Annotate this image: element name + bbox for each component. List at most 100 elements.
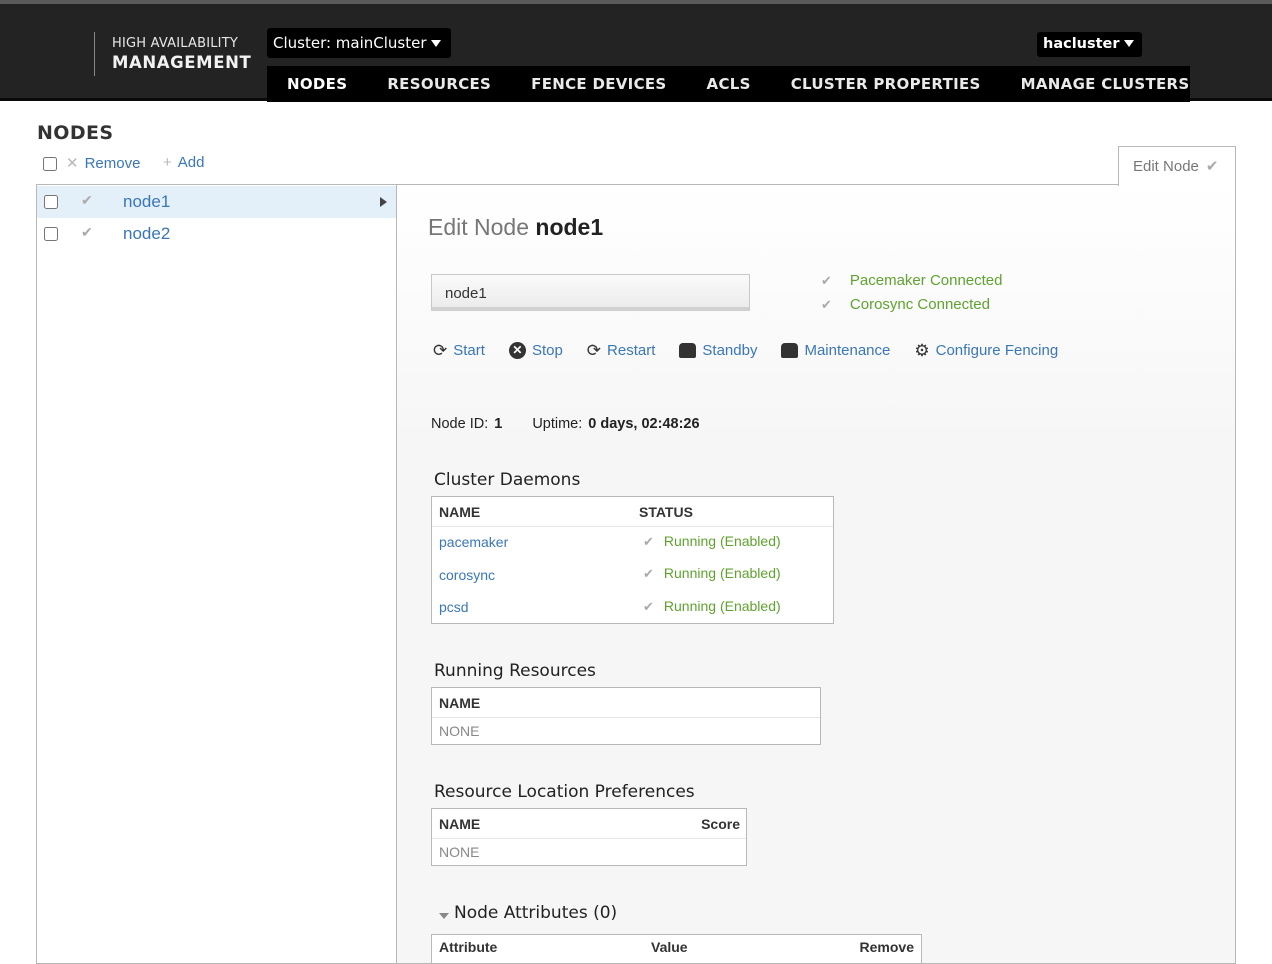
user-menu[interactable]: hacluster — [1037, 32, 1142, 57]
col-name-header: NAME — [439, 695, 481, 711]
col-status-header: STATUS — [639, 504, 693, 520]
cluster-selector[interactable]: Cluster: mainCluster — [267, 28, 451, 58]
add-label: Add — [177, 154, 205, 171]
daemon-status: ✔ Running (Enabled) — [643, 598, 781, 615]
node-id-value: 1 — [494, 416, 503, 432]
maintenance-button[interactable]: Maintenance — [781, 342, 890, 359]
collapse-caret-icon[interactable] — [439, 913, 449, 919]
standby-label: Standby — [702, 342, 758, 359]
main-nav: NODES RESOURCES FENCE DEVICES ACLS CLUST… — [267, 66, 1190, 102]
header-divider — [432, 717, 820, 718]
caret-down-icon — [1123, 40, 1134, 47]
remove-node-button[interactable]: ✕ Remove — [66, 154, 140, 172]
caret-down-icon — [430, 40, 441, 47]
location-preferences-table: NAME Score NONE — [431, 808, 747, 866]
edit-title-prefix: Edit Node — [428, 214, 530, 240]
node-checkbox[interactable] — [44, 227, 58, 241]
restart-label: Restart — [607, 342, 656, 359]
daemon-status-text: Running (Enabled) — [663, 565, 781, 581]
node-attributes-table: Attribute Value Remove — [431, 934, 922, 964]
check-icon: ✔ — [81, 224, 93, 240]
edit-node-title: Edit Node node1 — [428, 214, 603, 241]
node-id-label: Node ID: — [431, 416, 489, 432]
add-node-button[interactable]: + Add — [163, 154, 204, 171]
running-resources-title: Running Resources — [434, 661, 596, 681]
node-list: ✔ node1 ✔ node2 — [36, 184, 397, 964]
check-icon: ✔ — [821, 297, 832, 312]
user-name: hacluster — [1043, 36, 1120, 52]
col-remove-header: Remove — [859, 939, 914, 955]
start-label: Start — [453, 342, 485, 359]
tab-manage-clusters[interactable]: MANAGE CLUSTERS — [1001, 75, 1210, 93]
header-divider — [432, 526, 833, 527]
corosync-status: ✔ Corosync Connected — [821, 296, 990, 313]
maintenance-icon — [781, 343, 799, 358]
col-name-header: NAME — [439, 816, 481, 832]
daemon-name-link[interactable]: pacemaker — [439, 534, 508, 550]
stop-label: Stop — [531, 342, 563, 359]
maintenance-label: Maintenance — [804, 342, 891, 359]
pacemaker-status: ✔ Pacemaker Connected — [821, 272, 1003, 289]
tab-resources[interactable]: RESOURCES — [367, 75, 511, 93]
stop-button[interactable]: ✕ Stop — [508, 342, 563, 359]
standby-button[interactable]: Standby — [679, 342, 757, 359]
node-meta: Node ID: 1 Uptime: 0 days, 02:48:26 — [431, 416, 730, 432]
check-icon: ✔ — [1205, 158, 1219, 175]
check-icon: ✔ — [643, 566, 654, 581]
page-title: NODES — [37, 122, 114, 144]
gear-icon: ⚙ — [914, 341, 930, 360]
location-preferences-title: Resource Location Preferences — [434, 782, 695, 802]
daemon-status: ✔ Running (Enabled) — [643, 565, 781, 582]
corosync-status-text: Corosync Connected — [849, 296, 990, 313]
check-icon: ✔ — [643, 534, 654, 549]
uptime-label: Uptime: — [532, 416, 583, 432]
logo-line1: HIGH AVAILABILITY — [112, 36, 238, 51]
cluster-daemons-table: NAME STATUS pacemaker ✔ Running (Enabled)… — [431, 496, 834, 624]
tab-acls[interactable]: ACLS — [687, 75, 771, 93]
col-attribute-header: Attribute — [439, 939, 498, 955]
restart-button[interactable]: ⟳ Restart — [587, 342, 656, 359]
refresh-icon: ⟳ — [433, 341, 448, 360]
col-value-header: Value — [651, 939, 688, 955]
node-name: node1 — [123, 192, 171, 211]
node-row[interactable]: ✔ node1 — [37, 186, 396, 218]
daemon-status: ✔ Running (Enabled) — [643, 533, 781, 550]
top-header: HIGH AVAILABILITY MANAGEMENT Cluster: ma… — [0, 0, 1272, 102]
node-name: node2 — [123, 224, 171, 243]
tab-cluster-properties[interactable]: CLUSTER PROPERTIES — [771, 75, 1001, 93]
standby-icon — [679, 343, 697, 358]
pacemaker-status-text: Pacemaker Connected — [849, 272, 1003, 289]
configure-fencing-label: Configure Fencing — [935, 342, 1059, 359]
daemon-name-link[interactable]: pcsd — [439, 599, 469, 615]
col-score-header: Score — [701, 816, 740, 832]
empty-cell: NONE — [439, 723, 480, 739]
logo-line2: MANAGEMENT — [112, 53, 252, 72]
node-row[interactable]: ✔ node2 — [37, 218, 396, 250]
daemon-status-text: Running (Enabled) — [663, 598, 781, 614]
node-attributes-title[interactable]: Node Attributes (0) — [454, 903, 617, 923]
tab-nodes[interactable]: NODES — [267, 75, 367, 93]
stop-icon: ✕ — [508, 342, 526, 359]
col-name-header: NAME — [439, 504, 481, 520]
refresh-icon: ⟳ — [586, 341, 602, 360]
check-icon: ✔ — [81, 192, 93, 208]
cluster-daemons-title: Cluster Daemons — [434, 470, 581, 490]
daemon-name-link[interactable]: corosync — [439, 567, 495, 583]
node-actions: ⟳ Start ✕ Stop ⟳ Restart Standby Maintenanc… — [433, 342, 1082, 359]
close-icon: ✕ — [66, 155, 79, 172]
uptime-value: 0 days, 02:48:26 — [588, 416, 700, 432]
select-all-checkbox[interactable] — [43, 157, 57, 171]
edit-node-tab[interactable]: Edit Node ✔ — [1118, 146, 1236, 186]
node-checkbox[interactable] — [44, 195, 58, 209]
start-button[interactable]: ⟳ Start — [433, 342, 485, 359]
arrow-right-icon — [380, 197, 387, 207]
configure-fencing-button[interactable]: ⚙ Configure Fencing — [914, 342, 1058, 359]
tab-fence-devices[interactable]: FENCE DEVICES — [511, 75, 686, 93]
empty-cell: NONE — [439, 844, 480, 860]
logo-divider — [94, 32, 95, 76]
daemon-status-text: Running (Enabled) — [663, 533, 781, 549]
plus-icon: + — [163, 154, 172, 171]
cluster-selector-label: Cluster: mainCluster — [273, 34, 427, 52]
node-name-input[interactable] — [431, 274, 750, 311]
edit-title-node: node1 — [535, 214, 604, 240]
